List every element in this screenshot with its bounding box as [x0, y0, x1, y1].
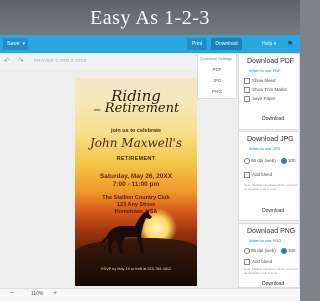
format-option-pdf[interactable]: PDF	[198, 64, 236, 75]
checkbox-icon	[244, 259, 250, 265]
radio-300dpi[interactable]	[281, 248, 288, 254]
format-option-png[interactable]: PNG	[198, 86, 236, 97]
event-city: Hometown, USA	[114, 209, 158, 215]
toolbar: Save ▾ Print Download Help ▾ ⚑	[0, 35, 300, 53]
panel-title: Download PNG	[247, 228, 296, 235]
print-button[interactable]: Print	[187, 38, 207, 50]
download-png-button[interactable]: Download	[262, 281, 284, 287]
radio-300dpi[interactable]	[281, 158, 288, 164]
event-venue: The Stallion Country Club	[102, 195, 170, 201]
zoom-level[interactable]: 110%	[31, 291, 43, 297]
event-date: Saturday, May 26, 20XX	[99, 173, 173, 180]
title-line-2: Retirement	[104, 101, 180, 116]
add-bleed-checkbox[interactable]: Add bleed	[244, 172, 272, 178]
radio-96dpi[interactable]	[244, 248, 250, 254]
rsvp-text: RSVP by May 15 to Kelli at 515-789-4812	[100, 267, 172, 271]
checkbox-label: Show bleed	[252, 78, 276, 84]
save-button[interactable]: Save ▾	[3, 38, 28, 50]
dpi-selector: 96 dpi (web) 300	[244, 248, 296, 254]
radio-label: 300	[288, 248, 296, 254]
save-paper-checkbox[interactable]: Save Paper	[244, 96, 276, 102]
checkbox-icon	[244, 78, 250, 84]
checkbox-label: Show Trim Marks	[252, 87, 287, 93]
download-button[interactable]: Download	[211, 38, 242, 50]
banner: Easy As 1-2-3	[0, 0, 300, 35]
export-note: Note: Multiple canvases will be exported…	[244, 267, 298, 275]
show-bleed-checkbox[interactable]: Show bleed	[244, 78, 276, 84]
save-label: Save	[7, 41, 20, 47]
invitation-card[interactable]: Riding into Retirement join us to celebr…	[75, 78, 197, 286]
checkbox-icon	[244, 172, 250, 178]
checkbox-label: Save Paper	[252, 96, 276, 102]
panel-title: Download PDF	[247, 58, 295, 65]
help-link[interactable]: When to use PNG	[249, 238, 281, 243]
checkbox-label: Add bleed	[252, 172, 273, 178]
zoom-in-button[interactable]: +	[53, 290, 57, 297]
undo-icon[interactable]: ↶	[4, 57, 10, 65]
checkbox-icon	[244, 87, 250, 93]
panel-title: Download JPG	[247, 136, 294, 143]
download-menu-header: Download Settings	[200, 57, 232, 61]
radio-96dpi[interactable]	[244, 158, 250, 164]
retirement-text: RETIREMENT	[116, 156, 156, 162]
help-label: Help	[262, 41, 273, 47]
zoom-bar: − 110% +	[0, 288, 300, 301]
radio-label: 96 dpi (web)	[251, 248, 276, 254]
dpi-selector: 96 dpi (web) 300	[244, 158, 296, 164]
zoom-out-button[interactable]: −	[10, 290, 14, 297]
checkbox-icon	[244, 96, 250, 102]
chevron-down-icon: ▾	[22, 41, 25, 47]
event-time: 7:00 - 11:00 pm	[112, 181, 160, 188]
download-jpg-panel: Download JPG When to use JPG 96 dpi (web…	[238, 131, 300, 221]
help-menu[interactable]: Help ▾	[262, 38, 276, 50]
document-name[interactable]: PRAYER CARD 2.0326	[34, 58, 87, 63]
checkbox-label: Add bleed	[252, 259, 273, 265]
radio-label: 300	[288, 158, 296, 164]
download-png-panel: Download PNG When to use PNG 96 dpi (web…	[238, 223, 300, 288]
download-jpg-button[interactable]: Download	[262, 208, 284, 214]
chevron-down-icon: ▾	[273, 41, 277, 47]
redo-icon[interactable]: ↷	[18, 57, 24, 65]
flag-icon[interactable]: ⚑	[287, 40, 293, 48]
download-format-menu: Download Settings PDF JPG PNG	[197, 53, 237, 99]
join-text: join us to celebrate	[110, 128, 162, 134]
export-note: Note: Multiple canvases will be exported…	[244, 183, 298, 191]
add-bleed-checkbox[interactable]: Add bleed	[244, 259, 272, 265]
help-link[interactable]: When to use JPG	[249, 146, 280, 151]
banner-title: Easy As 1-2-3	[90, 7, 210, 29]
radio-label: 96 dpi (web)	[251, 158, 276, 164]
format-option-jpg[interactable]: JPG	[198, 75, 236, 86]
show-trim-marks-checkbox[interactable]: Show Trim Marks	[244, 87, 287, 93]
help-link[interactable]: When to use PDF	[249, 68, 281, 73]
honoree-name: John Maxwell's	[89, 136, 183, 150]
download-pdf-button[interactable]: Download	[262, 116, 284, 122]
download-pdf-panel: Download PDF When to use PDF Show bleed …	[238, 53, 300, 130]
event-address: 123 Any Street	[116, 202, 155, 208]
